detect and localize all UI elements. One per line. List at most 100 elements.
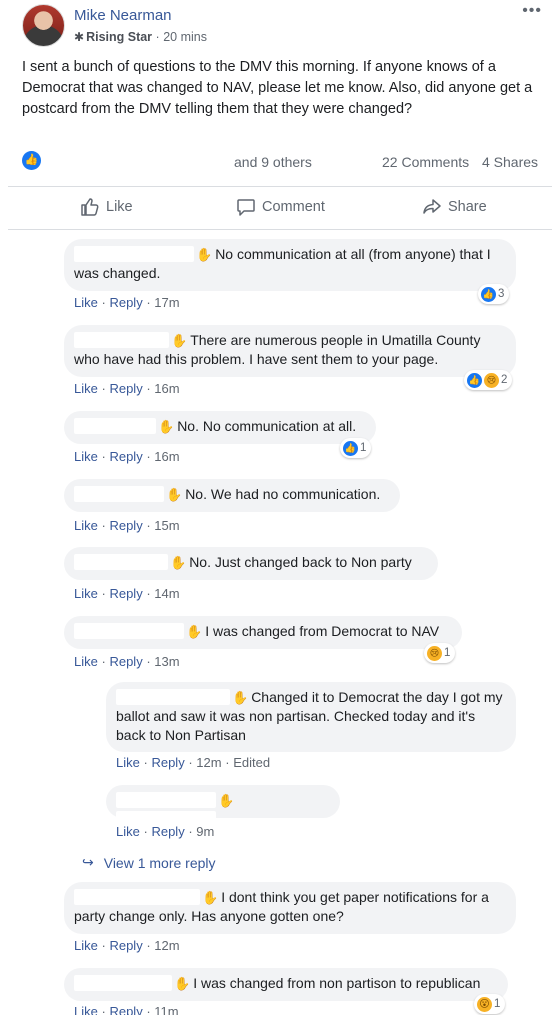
comment-bubble: ✋ No. We had no communication. (64, 479, 400, 512)
comment-reply-link[interactable]: Reply (151, 755, 184, 770)
view-more-replies[interactable]: ↪ View 1 more reply (82, 854, 216, 871)
post-time[interactable]: 20 mins (163, 30, 207, 44)
more-options-icon[interactable]: ••• (522, 2, 542, 20)
comment-bubble: ✋ I was changed from non partison to repu… (64, 968, 508, 1001)
commenter-name[interactable] (116, 792, 216, 808)
comment-text: I was changed from Democrat to NAV (205, 623, 440, 639)
reply-bubble: ✋ (106, 785, 340, 827)
comment-like-link[interactable]: Like (74, 1004, 98, 1015)
wow-reaction-icon: 😮 (477, 996, 492, 1012)
like-reaction-icon: 👍 (481, 286, 496, 302)
comment-reply-link[interactable]: Reply (109, 449, 142, 464)
shares-count[interactable]: 4 Shares (482, 154, 538, 170)
comment-links: Like · Reply · 14m (74, 586, 180, 601)
comment-bubble: ✋ I dont think you get paper notification… (64, 882, 516, 934)
comment-reply-link[interactable]: Reply (109, 938, 142, 953)
comments-count[interactable]: 22 Comments (382, 154, 469, 170)
comment-time[interactable]: 17m (154, 295, 179, 310)
comment-text: I was changed from non partison to repub… (193, 975, 481, 991)
comment-links: Like · Reply · 12m (74, 938, 180, 953)
commenter-name[interactable] (74, 889, 200, 905)
comment-reply-link[interactable]: Reply (151, 824, 184, 839)
comment-like-link[interactable]: Like (74, 449, 98, 464)
comment-like-link[interactable]: Like (74, 586, 98, 601)
post-header: Mike Nearman ✱ Rising Star · 20 mins ••• (22, 2, 542, 48)
hand-icon: ✋ (166, 487, 183, 502)
hand-icon: ✋ (218, 793, 235, 808)
reply-arrow-icon: ↪ (82, 854, 94, 870)
post-meta: ✱ Rising Star · 20 mins (74, 30, 207, 44)
comment-bubble: ✋ No. No communication at all. (64, 411, 376, 444)
comment-text: No. No communication at all. (177, 418, 357, 434)
comment-button[interactable]: Comment (236, 197, 325, 217)
edited-label[interactable]: Edited (233, 755, 270, 770)
comment-links: Like · Reply · 16m (74, 381, 180, 396)
comment-links: Like · Reply · 12m · Edited (116, 755, 271, 770)
comment-bubble: ✋ No communication at all (from anyone) t… (64, 239, 516, 291)
reply-bubble: ✋ Changed it to Democrat the day I got my… (106, 682, 516, 752)
commenter-name[interactable] (74, 418, 156, 434)
post-stats: 👍 and 9 others 22 Comments 4 Shares (22, 150, 542, 174)
comment-reactions[interactable]: 👍 1 (340, 438, 372, 458)
share-button[interactable]: Share (422, 197, 487, 217)
commenter-name[interactable] (116, 689, 230, 705)
comment-time[interactable]: 14m (154, 586, 179, 601)
comment-reply-link[interactable]: Reply (109, 295, 142, 310)
comment-time[interactable]: 12m (154, 938, 179, 953)
comment-icon (236, 197, 256, 217)
comment-reply-link[interactable]: Reply (109, 654, 142, 669)
commenter-name[interactable] (74, 623, 184, 639)
commenter-name[interactable] (74, 975, 172, 991)
reaction-count: 2 (501, 374, 508, 386)
comment-reply-link[interactable]: Reply (109, 518, 142, 533)
comment-links: Like · Reply · 16m (74, 449, 180, 464)
comment-time[interactable]: 12m (196, 755, 221, 770)
comment-reactions[interactable]: 😮 1 (474, 994, 506, 1014)
like-reaction-icon: 👍 (467, 372, 482, 388)
post-actions: Like Comment Share (8, 187, 552, 227)
reactions-others[interactable]: and 9 others (234, 154, 312, 170)
meta-separator: · (155, 30, 160, 44)
comment-bubble: ✋ No. Just changed back to Non party (64, 547, 438, 580)
view-more-label: View 1 more reply (103, 854, 216, 871)
reaction-count: 1 (444, 647, 451, 659)
rising-star-badge: Rising Star (86, 30, 153, 44)
comment-like-link[interactable]: Like (74, 938, 98, 953)
post-text: I sent a bunch of questions to the DMV t… (22, 59, 533, 117)
comment-time[interactable]: 13m (154, 654, 179, 669)
comment-like-link[interactable]: Like (74, 381, 98, 396)
comment-like-link[interactable]: Like (116, 824, 140, 839)
like-button[interactable]: Like (80, 197, 133, 217)
divider (8, 229, 552, 230)
comment-text: No. Just changed back to Non party (189, 554, 412, 570)
comment-bubble: ✋ There are numerous people in Umatilla C… (64, 325, 516, 377)
comment-reply-link[interactable]: Reply (109, 1004, 142, 1015)
comment-like-link[interactable]: Like (74, 518, 98, 533)
comment-time[interactable]: 16m (154, 381, 179, 396)
author-name[interactable]: Mike Nearman (74, 7, 172, 24)
commenter-name[interactable] (74, 332, 169, 348)
comment-like-link[interactable]: Like (74, 654, 98, 669)
comment-reactions[interactable]: 😢 1 (424, 643, 456, 663)
reaction-count: 1 (494, 998, 501, 1010)
comment-reactions[interactable]: 👍 😢 2 (464, 370, 513, 390)
commenter-name[interactable] (74, 486, 164, 502)
comment-reply-link[interactable]: Reply (109, 586, 142, 601)
comment-reactions[interactable]: 👍 3 (478, 284, 510, 304)
comment-time[interactable]: 16m (154, 449, 179, 464)
comment-time[interactable]: 15m (154, 518, 179, 533)
comment-time[interactable]: 9m (196, 824, 214, 839)
comment-like-link[interactable]: Like (74, 295, 98, 310)
hand-icon: ✋ (202, 890, 219, 905)
commenter-name[interactable] (74, 554, 168, 570)
comment-text: No. We had no communication. (185, 486, 381, 502)
comment-time[interactable]: 11m (154, 1004, 178, 1015)
comment-like-link[interactable]: Like (116, 755, 140, 770)
share-icon (422, 197, 442, 217)
avatar[interactable] (22, 4, 65, 47)
hand-icon: ✋ (232, 690, 249, 705)
like-reaction-icon[interactable]: 👍 (22, 151, 41, 170)
comment-reply-link[interactable]: Reply (109, 381, 142, 396)
sad-reaction-icon: 😢 (427, 645, 442, 661)
commenter-name[interactable] (74, 246, 194, 262)
